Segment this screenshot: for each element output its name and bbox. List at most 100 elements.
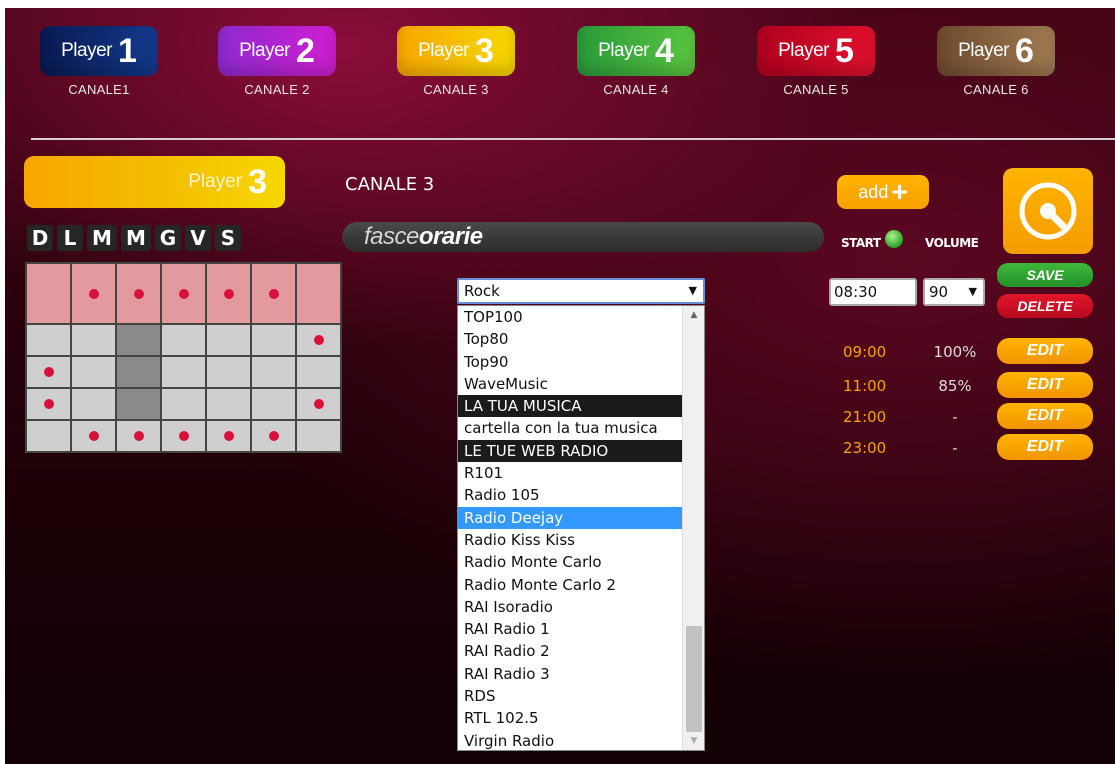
grid-cell[interactable]: [205, 262, 252, 325]
option-group-header: LE TUE WEB RADIO: [458, 439, 682, 463]
list-item[interactable]: RAI Isoradio: [458, 596, 682, 618]
list-item[interactable]: Radio Monte Carlo: [458, 551, 682, 573]
day-saturday[interactable]: S: [215, 225, 241, 251]
list-item[interactable]: Radio 105: [458, 484, 682, 506]
grid-cell[interactable]: [160, 262, 207, 325]
scroll-down-icon[interactable]: ▼: [683, 732, 704, 750]
day-thursday[interactable]: G: [155, 225, 181, 251]
scroll-up-icon[interactable]: ▲: [683, 306, 704, 324]
grid-cell[interactable]: [250, 323, 297, 357]
active-slot-dot-icon: [223, 288, 234, 299]
edit-button[interactable]: EDIT: [997, 403, 1093, 429]
grid-cell[interactable]: [250, 355, 297, 389]
grid-cell[interactable]: [115, 419, 162, 453]
list-item[interactable]: Radio Monte Carlo 2: [458, 574, 682, 596]
grid-cell[interactable]: [160, 419, 207, 453]
save-button[interactable]: SAVE: [997, 263, 1093, 287]
list-item[interactable]: TOP100: [458, 306, 682, 328]
player-tab-channel-3: CANALE 3: [423, 82, 489, 97]
grid-cell[interactable]: [205, 419, 252, 453]
delete-button[interactable]: DELETE: [997, 294, 1093, 318]
day-wednesday[interactable]: M: [121, 225, 151, 251]
player-tab-3[interactable]: Player 3: [397, 26, 515, 76]
list-item[interactable]: Top90: [458, 351, 682, 373]
grid-cell[interactable]: [70, 355, 117, 389]
add-button[interactable]: add +: [837, 175, 929, 209]
player-tab-word: Player: [61, 40, 112, 61]
grid-cell[interactable]: [250, 387, 297, 421]
grid-cell[interactable]: [70, 323, 117, 357]
day-sunday[interactable]: D: [27, 225, 53, 251]
grid-cell[interactable]: [295, 262, 342, 325]
grid-cell[interactable]: [25, 387, 72, 421]
list-item[interactable]: RDS: [458, 685, 682, 707]
playlist-select[interactable]: Rock ▼: [457, 278, 705, 304]
player-tab-word: Player: [958, 40, 1009, 61]
grid-cell[interactable]: [205, 323, 252, 357]
grid-cell[interactable]: [115, 323, 162, 357]
grid-cell[interactable]: [295, 419, 342, 453]
list-item[interactable]: cartella con la tua musica: [458, 417, 682, 439]
grid-cell[interactable]: [160, 323, 207, 357]
list-item[interactable]: RAI Radio 1: [458, 618, 682, 640]
grid-cell[interactable]: [250, 419, 297, 453]
list-item[interactable]: Radio Kiss Kiss: [458, 529, 682, 551]
edit-button[interactable]: EDIT: [997, 338, 1093, 364]
grid-cell[interactable]: [25, 323, 72, 357]
plus-icon: +: [891, 176, 908, 207]
day-monday[interactable]: L: [57, 225, 83, 251]
grid-cell[interactable]: [205, 355, 252, 389]
scroll-thumb[interactable]: [686, 626, 702, 732]
grid-cell[interactable]: [205, 387, 252, 421]
grid-cell[interactable]: [160, 355, 207, 389]
playlist-options-list[interactable]: TOP100 Top80 Top90 WaveMusic LA TUA MUSICA ca…: [457, 305, 705, 751]
player-tab-channel-6: CANALE 6: [963, 82, 1029, 97]
grid-row: [25, 323, 342, 357]
player-tab-4[interactable]: Player 4: [577, 26, 695, 76]
options-scrollbar[interactable]: ▲ ▼: [682, 306, 704, 750]
grid-cell[interactable]: [295, 323, 342, 357]
active-slot-dot-icon: [313, 399, 324, 409]
grid-cell[interactable]: [25, 355, 72, 389]
option-group-header: LA TUA MUSICA: [458, 395, 682, 418]
list-item[interactable]: Top80: [458, 328, 682, 350]
grid-cell[interactable]: [70, 387, 117, 421]
grid-cell[interactable]: [115, 355, 162, 389]
start-indicator-icon: [885, 230, 903, 248]
grid-cell[interactable]: [250, 262, 297, 325]
day-friday[interactable]: V: [185, 225, 211, 251]
list-item[interactable]: RAI Radio 3: [458, 663, 682, 685]
edit-button[interactable]: EDIT: [997, 434, 1093, 460]
volume-label: VOLUME: [925, 236, 979, 250]
player-tab-number: 3: [474, 32, 494, 70]
grid-cell[interactable]: [160, 387, 207, 421]
dropdown-arrow-icon: ▼: [688, 284, 697, 297]
list-item[interactable]: Virgin Radio: [458, 730, 682, 750]
player-tab-1[interactable]: Player 1: [40, 26, 158, 76]
list-item[interactable]: Radio Deejay: [458, 506, 682, 529]
schedule-volume: 100%: [933, 343, 977, 361]
list-item[interactable]: RTL 102.5: [458, 707, 682, 729]
list-item[interactable]: WaveMusic: [458, 373, 682, 395]
grid-cell[interactable]: [115, 387, 162, 421]
grid-cell[interactable]: [295, 355, 342, 389]
volume-select[interactable]: 90 ▼: [923, 278, 985, 306]
edit-button[interactable]: EDIT: [997, 372, 1093, 398]
list-item[interactable]: R101: [458, 462, 682, 484]
grid-cell[interactable]: [25, 419, 72, 453]
player-tab-number: 4: [654, 32, 674, 70]
grid-cell[interactable]: [70, 419, 117, 453]
list-item[interactable]: RAI Radio 2: [458, 640, 682, 662]
player-tab-6[interactable]: Player 6: [937, 26, 1055, 76]
fasce-word: fasce: [364, 223, 419, 250]
day-tuesday[interactable]: M: [87, 225, 117, 251]
grid-cell[interactable]: [295, 387, 342, 421]
start-time-input[interactable]: 08:30: [829, 278, 917, 306]
active-slot-dot-icon: [178, 431, 189, 441]
grid-cell[interactable]: [70, 262, 117, 325]
grid-cell[interactable]: [115, 262, 162, 325]
player-tab-5[interactable]: Player 5: [757, 26, 875, 76]
grid-cell[interactable]: [25, 262, 72, 325]
player-tab-2[interactable]: Player 2: [218, 26, 336, 76]
record-disc-button[interactable]: [1003, 168, 1093, 254]
